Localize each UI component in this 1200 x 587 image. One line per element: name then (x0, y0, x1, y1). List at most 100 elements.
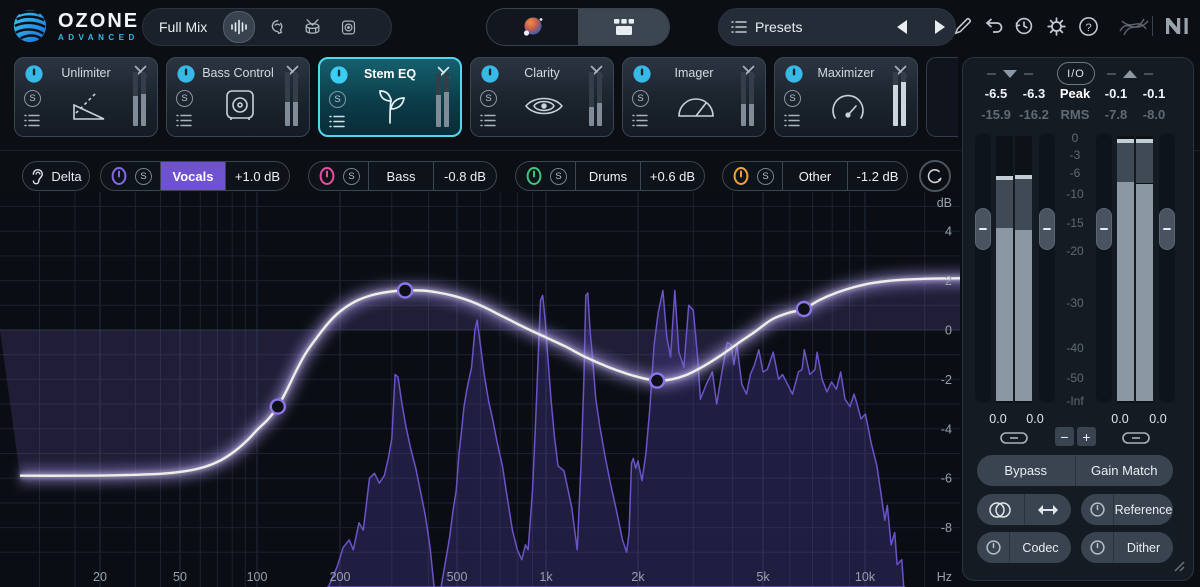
input-channel-link-icon[interactable] (999, 430, 1029, 446)
edit-pencil-button[interactable] (950, 14, 974, 38)
help-button[interactable]: ? (1076, 14, 1100, 38)
meter-zoom-in-button[interactable]: + (1077, 427, 1096, 446)
output-fader-lane[interactable] (1159, 133, 1175, 403)
module-presets-icon[interactable] (24, 114, 40, 128)
input-gain-trim[interactable] (987, 67, 1033, 81)
output-channel-link-icon[interactable] (1121, 430, 1151, 446)
module-card-stem-eq[interactable]: Stem EQ S (318, 57, 462, 137)
stem-select-button[interactable]: Vocals (161, 162, 225, 190)
detailed-view-button[interactable] (578, 9, 669, 45)
stem-group-bass: S Bass -0.8 dB (308, 161, 497, 191)
output-fader-lane[interactable] (1096, 133, 1112, 403)
codec-button[interactable]: Codec (1010, 532, 1071, 563)
trim-dash (987, 73, 996, 75)
imager-icon (673, 82, 719, 130)
stem-rebalance-button[interactable] (919, 160, 951, 192)
stem-gain-value[interactable]: -1.2 dB (848, 162, 907, 190)
stem-power-toggle[interactable] (109, 166, 129, 186)
eq-band-node[interactable] (650, 374, 664, 388)
stem-power-toggle[interactable] (731, 166, 751, 186)
stem-gain-value[interactable]: +1.0 dB (226, 162, 289, 190)
module-presets-icon[interactable] (480, 114, 496, 128)
axis-tick-label: -6 (941, 472, 952, 486)
stem-solo-button[interactable]: S (343, 168, 360, 185)
top-toolbar: OZONE ADVANCED Full Mix (0, 0, 1200, 52)
topbar-divider (1152, 16, 1153, 36)
swap-channels-button[interactable] (1025, 494, 1072, 525)
eq-band-node[interactable] (271, 400, 285, 414)
module-card-imager[interactable]: Imager S (622, 57, 766, 137)
module-slot-empty[interactable] (926, 57, 958, 137)
stem-select-button[interactable]: Bass (369, 162, 433, 190)
module-solo-button[interactable]: S (329, 91, 346, 108)
preset-prev-button[interactable] (897, 20, 907, 34)
stem-power-toggle[interactable] (524, 166, 544, 186)
axis-tick-label: 20 (93, 570, 107, 584)
module-presets-icon[interactable] (329, 115, 345, 129)
preset-list-icon (731, 20, 747, 34)
input-gain-fader[interactable] (975, 208, 991, 250)
module-solo-button[interactable]: S (480, 90, 497, 107)
stem-gain-value[interactable]: -0.8 dB (434, 162, 496, 190)
delta-button[interactable]: Delta (22, 161, 90, 191)
presets-button[interactable]: Presets (755, 19, 889, 35)
input-fader-lane[interactable] (975, 133, 991, 403)
module-card-clarity[interactable]: Clarity S (470, 57, 614, 137)
stereo-mode-button[interactable] (977, 494, 1024, 525)
stem-solo-button[interactable]: S (135, 168, 152, 185)
module-card-maximizer[interactable]: Maximizer S (774, 57, 918, 137)
dither-power-toggle[interactable] (1081, 532, 1113, 563)
mix-target-vocals-button[interactable] (261, 12, 291, 42)
module-solo-button[interactable]: S (176, 90, 193, 107)
axis-tick-label: 2 (945, 274, 952, 288)
stem-solo-button[interactable]: S (550, 168, 567, 185)
stem-solo-button[interactable]: S (757, 168, 774, 185)
stem-power-toggle[interactable] (317, 166, 337, 186)
codec-power-toggle[interactable] (977, 532, 1009, 563)
preset-next-button[interactable] (935, 20, 945, 34)
resize-grip[interactable] (1173, 560, 1185, 572)
stem-select-button[interactable]: Other (783, 162, 847, 190)
mix-target-fullmix-button[interactable] (223, 11, 255, 43)
module-solo-button[interactable]: S (784, 90, 801, 107)
mix-target-bass-button[interactable] (333, 12, 363, 42)
module-solo-button[interactable]: S (24, 90, 41, 107)
dither-button[interactable]: Dither (1114, 532, 1173, 563)
module-presets-icon[interactable] (632, 114, 648, 128)
axis-tick-label: -2 (941, 373, 952, 387)
input-trim-down-icon (1003, 70, 1017, 78)
output-gain-trim[interactable] (1107, 67, 1153, 81)
stem-eq-curve-editor[interactable]: 20501002005001k2k5k10kHzdB420-2-4-6-8 (0, 192, 960, 587)
module-presets-icon[interactable] (176, 114, 192, 128)
meter-zoom-out-button[interactable]: − (1055, 427, 1074, 446)
stem-select-button[interactable]: Drums (576, 162, 640, 190)
reference-button[interactable]: Reference (1114, 494, 1173, 525)
module-solo-button[interactable]: S (632, 90, 649, 107)
gain-match-button[interactable]: Gain Match (1076, 455, 1174, 486)
mix-target-drums-button[interactable] (297, 12, 327, 42)
reference-power-toggle[interactable] (1081, 494, 1113, 525)
eq-band-node[interactable] (398, 284, 412, 298)
output-gain-fader[interactable] (1159, 208, 1175, 250)
stem-gain-value[interactable]: +0.6 dB (641, 162, 704, 190)
history-button[interactable] (1012, 14, 1036, 38)
undo-button[interactable] (982, 14, 1006, 38)
meter-segment (996, 180, 1013, 228)
meter-segment (1136, 184, 1153, 402)
module-card-bass-control[interactable]: Bass Control S (166, 57, 310, 137)
axis-tick-label: -8 (941, 521, 952, 535)
settings-button[interactable] (1044, 14, 1068, 38)
input-fader-lane[interactable] (1039, 133, 1055, 403)
bypass-button[interactable]: Bypass (977, 455, 1075, 486)
module-presets-icon[interactable] (784, 114, 800, 128)
output-gain-fader[interactable] (1096, 208, 1112, 250)
axis-tick-label: 100 (247, 570, 268, 584)
input-gain-fader[interactable] (1039, 208, 1055, 250)
assistant-view-button[interactable] (487, 9, 578, 45)
io-options-button[interactable]: I/O (1057, 62, 1095, 85)
module-meter (893, 72, 906, 126)
eq-band-node[interactable] (797, 302, 811, 316)
power-icon (1089, 539, 1106, 556)
module-card-unlimiter[interactable]: Unlimiter S (14, 57, 158, 137)
meter-scale-label: -6 (1055, 166, 1095, 180)
